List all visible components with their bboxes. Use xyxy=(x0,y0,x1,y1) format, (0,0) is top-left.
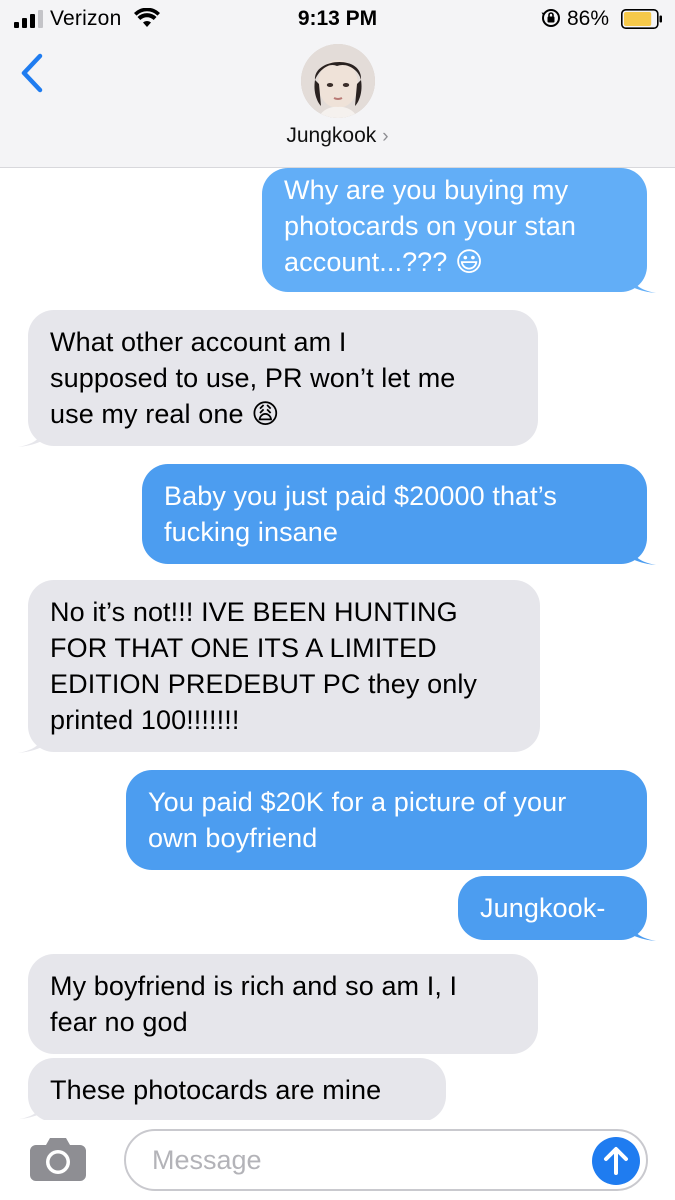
message-bubble-sent[interactable]: You paid $20K for a picture of your own … xyxy=(126,770,647,870)
contact-name: Jungkook xyxy=(286,124,377,147)
camera-icon[interactable] xyxy=(28,1135,88,1183)
message-thread[interactable]: Why are you buying my photocards on your… xyxy=(0,168,675,1122)
message-bubble-sent[interactable]: Jungkook- xyxy=(458,876,647,940)
conversation-header: Verizon 9:13 PM 86% Jungkook › xyxy=(0,0,675,168)
message-line: photocards on your stan xyxy=(284,211,576,241)
rotation-lock-icon xyxy=(541,9,560,27)
message-line: printed 100!!!!!!! xyxy=(50,705,240,735)
chevron-right-icon: › xyxy=(382,126,389,147)
message-line: You paid $20K for a picture of your xyxy=(148,787,567,817)
message-bubble-received[interactable]: What other account am I supposed to use,… xyxy=(28,310,538,446)
message-bubble-received[interactable]: My boyfriend is rich and so am I, I fear… xyxy=(28,954,538,1054)
message-bubble-sent[interactable]: Baby you just paid $20000 that’s fucking… xyxy=(142,464,647,564)
message-line: own boyfriend xyxy=(148,823,318,853)
message-line: Baby you just paid $20000 that’s xyxy=(164,481,557,511)
message-line: use my real one 😩 xyxy=(50,399,280,429)
message-bubble-sent[interactable]: Why are you buying my photocards on your… xyxy=(262,168,647,292)
message-line: No it’s not!!! IVE BEEN HUNTING xyxy=(50,597,458,627)
contact-name-button[interactable]: Jungkook › xyxy=(0,124,675,148)
message-line: fear no god xyxy=(50,1007,188,1037)
status-bar: Verizon 9:13 PM 86% xyxy=(0,0,675,40)
message-line: Why are you buying my xyxy=(284,175,569,205)
message-input[interactable]: Message xyxy=(124,1129,648,1191)
message-line: fucking insane xyxy=(164,517,339,547)
message-line: EDITION PREDEBUT PC they only xyxy=(50,669,478,699)
message-line: These photocards are mine xyxy=(50,1075,382,1105)
arrow-up-icon xyxy=(604,1147,628,1175)
bubble-tail xyxy=(628,916,656,941)
message-line: Jungkook- xyxy=(480,893,606,923)
bubble-tail xyxy=(628,540,656,565)
message-bubble-received[interactable]: No it’s not!!! IVE BEEN HUNTING FOR THAT… xyxy=(28,580,540,752)
message-line: My boyfriend is rich and so am I, I xyxy=(50,971,458,1001)
message-line: FOR THAT ONE ITS A LIMITED xyxy=(50,633,437,663)
message-line: What other account am I xyxy=(50,327,347,357)
back-button[interactable] xyxy=(18,52,48,94)
message-bubble-received[interactable]: These photocards are mine xyxy=(28,1058,446,1122)
send-button[interactable] xyxy=(592,1137,640,1185)
bubble-tail xyxy=(19,1096,45,1120)
message-placeholder: Message xyxy=(152,1145,262,1175)
bubble-tail xyxy=(628,268,656,293)
battery-icon xyxy=(621,9,662,29)
message-line: account...??? 😃 xyxy=(284,247,484,277)
avatar-photo xyxy=(301,44,375,118)
message-line: supposed to use, PR won’t let me xyxy=(50,363,456,393)
battery-percent: 86% xyxy=(567,7,610,30)
bubble-tail xyxy=(18,728,46,753)
contact-avatar[interactable] xyxy=(301,44,375,118)
bubble-tail xyxy=(18,422,46,447)
